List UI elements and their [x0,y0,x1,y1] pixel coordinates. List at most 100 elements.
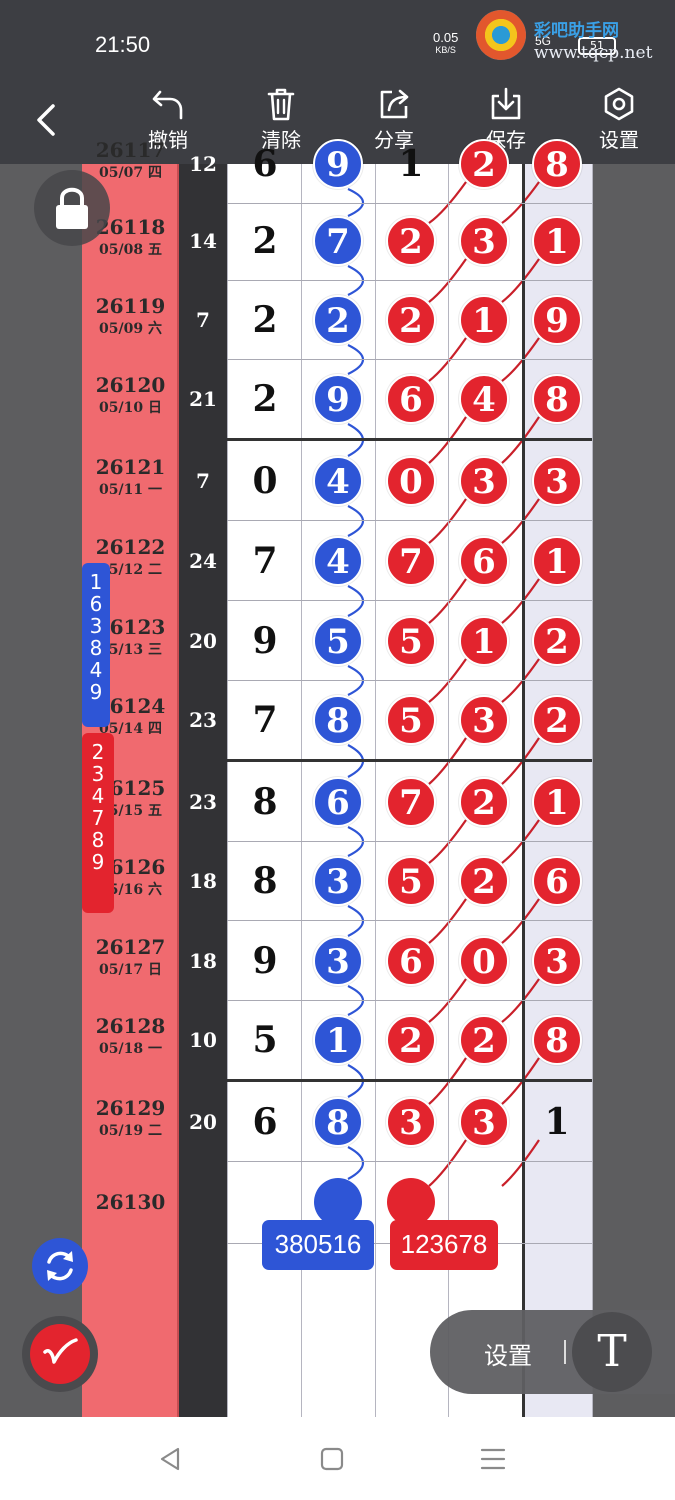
blue-ball: 8 [313,695,363,745]
navigation-bar [0,1417,675,1500]
blue-digit: 6 [89,592,103,616]
blue-ball: 6 [313,777,363,827]
blue-ball: 3 [313,856,363,906]
hundreds-digit: 7 [252,699,278,741]
red-ball: 3 [386,1097,436,1147]
chevron-left-icon [37,104,55,136]
red-digit: 4 [91,784,105,808]
issue-cell: 26119 05/09 六 [82,280,179,360]
red-ball: 9 [532,295,582,345]
red-ball: 8 [532,374,582,424]
sum-value: 20 [189,1110,217,1134]
sum-value: 18 [189,949,217,973]
sum-value: 23 [189,708,217,732]
red-ball: 1 [532,777,582,827]
undo-icon [152,90,183,120]
issue-date: 05/17 日 [99,962,162,978]
red-digit: 9 [91,850,105,874]
network-speed: 0.05 KB/S [433,31,458,57]
watermark: 彩吧助手网 www.tqcp.net [476,10,675,70]
back-button[interactable] [25,98,69,142]
red-ball: 5 [386,616,436,666]
issue-date: 05/11 一 [99,482,162,498]
red-marker[interactable] [387,1178,435,1226]
blue-ball: 2 [313,295,363,345]
hundreds-digit: 7 [252,540,278,582]
red-ball: 6 [459,536,509,586]
nav-back-icon[interactable] [156,1445,184,1473]
red-ball: 1 [532,536,582,586]
red-ball: 3 [459,456,509,506]
issue-number: 26122 [95,535,166,559]
text-tool-button[interactable]: T [572,1312,652,1392]
red-ball: 5 [386,695,436,745]
issue-date: 05/18 一 [99,1041,162,1057]
red-ball: 2 [532,695,582,745]
hundreds-digit: 0 [252,460,278,502]
red-ball: 5 [386,856,436,906]
nav-home-icon[interactable] [318,1445,346,1473]
blue-ball: 3 [313,936,363,986]
watermark-url: www.tqcp.net [534,43,653,63]
red-ball: 2 [532,616,582,666]
blue-ball: 9 [313,374,363,424]
red-ball: 6 [386,936,436,986]
status-bar: 21:50 0.05 KB/S 5G 51 彩吧助手网 www.tqcp.net [0,0,675,78]
issue-cell: 26120 05/10 日 [82,359,179,439]
issue-cell: 26121 05/11 一 [82,441,179,521]
network-speed-unit: KB/S [435,45,456,55]
issue-number: 26119 [95,294,166,318]
status-time: 21:50 [95,32,151,57]
network-speed-value: 0.05 [433,30,459,45]
issue-cell: 26129 05/19 二 [82,1082,179,1162]
share-icon [380,89,409,119]
issue-date: 05/09 六 [99,321,162,337]
red-ball: 2 [386,295,436,345]
blue-ball: 9 [313,139,363,189]
red-number-tag[interactable]: 123678 [390,1220,498,1270]
watermark-logo-icon [476,10,526,60]
blue-ball: 4 [313,536,363,586]
red-ball: 2 [459,1015,509,1065]
lock-button[interactable] [34,170,110,246]
pen-button[interactable] [22,1316,98,1392]
sum-value: 20 [189,629,217,653]
divider [564,1340,566,1364]
sum-value: 23 [189,790,217,814]
lock-icon [56,187,88,229]
red-ball: 3 [459,216,509,266]
hundreds-digit: 2 [252,378,278,420]
blue-digits-text: 163849 [82,571,110,703]
app-root: { "status_bar": { "time": "21:50", "spee… [0,0,675,1500]
watermark-title: 彩吧助手网 [534,21,619,41]
red-digits-text: 234789 [82,741,114,873]
refresh-button[interactable] [32,1238,88,1294]
sum-value: 14 [189,229,217,253]
nav-menu-icon[interactable] [478,1445,508,1473]
red-ball: 8 [532,1015,582,1065]
red-ball: 3 [459,1097,509,1147]
floating-settings-button[interactable]: 设置 [484,1336,532,1371]
blue-marker[interactable] [314,1178,362,1226]
blue-ball: 1 [313,1015,363,1065]
sum-value: 7 [196,308,210,332]
blue-number-tag[interactable]: 380516 [262,1220,374,1270]
sum-value: 10 [189,1028,217,1052]
settings-label: 设置 [599,128,639,152]
download-icon [491,87,521,120]
red-digits-pill[interactable]: 234789 [82,733,114,913]
hundreds-digit: 6 [252,143,278,185]
blue-digit: 3 [89,614,103,638]
hundreds-digit: 2 [252,220,278,262]
issue-number: 26127 [95,935,166,959]
blue-ball: 8 [313,1097,363,1147]
refresh-icon [47,1251,73,1281]
settings-button[interactable]: 设置 [584,86,654,160]
sum-value: 24 [189,549,217,573]
blue-digits-pill[interactable]: 163849 [82,563,110,727]
row-divider [227,1161,592,1162]
issue-cell: 26130 [82,1164,179,1244]
hundreds-digit: 2 [252,299,278,341]
blue-digit: 1 [89,570,103,594]
red-ball: 1 [532,216,582,266]
